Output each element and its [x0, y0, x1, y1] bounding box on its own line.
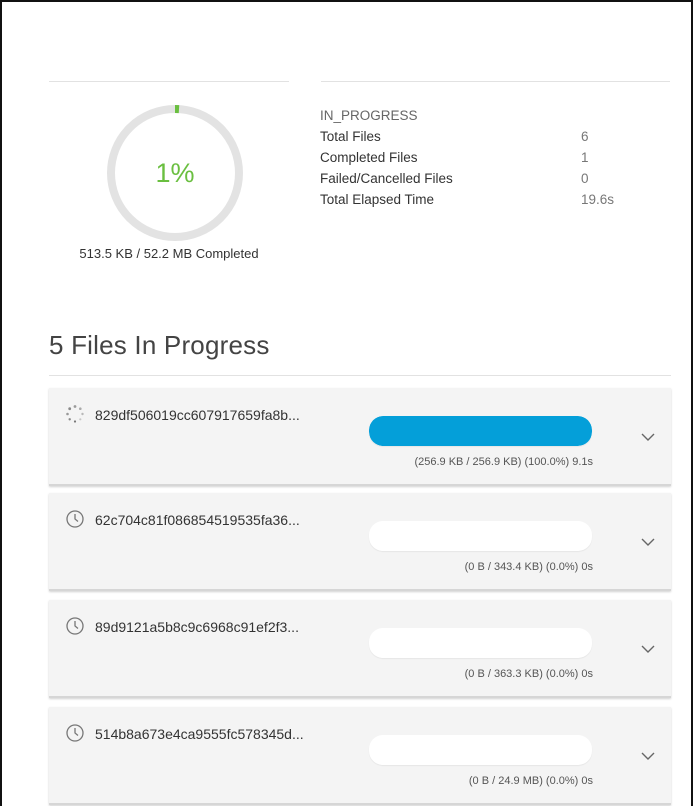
file-progress-bar — [369, 521, 592, 551]
status-label: IN_PROGRESS — [320, 108, 418, 123]
divider — [321, 81, 670, 82]
stat-value: 6 — [581, 129, 589, 144]
stat-row: Total Elapsed Time 19.6s — [320, 192, 660, 213]
divider — [49, 375, 671, 376]
transfer-stats: IN_PROGRESS Total Files 6 Completed File… — [320, 108, 660, 213]
stat-label: Completed Files — [320, 150, 418, 165]
file-progress-bar — [369, 416, 592, 446]
file-card[interactable]: 89d9121a5b8c9c6968c91ef2f3... (0 B / 363… — [49, 600, 671, 698]
stat-value: 0 — [581, 171, 589, 186]
section-title: 5 Files In Progress — [49, 330, 270, 360]
file-progress-detail: (256.9 KB / 256.9 KB) (100.0%) 9.1s — [414, 456, 593, 468]
file-progress-bar — [369, 628, 592, 658]
chevron-down-icon[interactable] — [641, 537, 655, 547]
file-name: 89d9121a5b8c9c6968c91ef2f3... — [95, 619, 299, 635]
stat-label: Total Elapsed Time — [320, 192, 435, 207]
file-name: 62c704c81f086854519535fa36... — [95, 512, 300, 528]
file-name: 514b8a673e4ca9555fc578345d... — [95, 726, 304, 742]
clock-icon — [66, 510, 84, 528]
stat-label: Total Files — [320, 129, 381, 144]
loading-spinner-icon — [66, 405, 84, 423]
file-card[interactable]: 514b8a673e4ca9555fc578345d... (0 B / 24.… — [49, 707, 671, 805]
file-progress-bar — [369, 735, 592, 765]
stat-value: 19.6s — [581, 192, 615, 207]
file-progress-detail: (0 B / 24.9 MB) (0.0%) 0s — [468, 775, 593, 787]
clock-icon — [66, 724, 84, 742]
stat-label: Failed/Cancelled Files — [320, 171, 453, 186]
chevron-down-icon[interactable] — [641, 644, 655, 654]
file-name: 829df506019cc607917659fa8b... — [95, 407, 300, 423]
chevron-down-icon[interactable] — [641, 751, 655, 761]
stat-row: Failed/Cancelled Files 0 — [320, 171, 660, 192]
file-card[interactable]: 62c704c81f086854519535fa36... (0 B / 343… — [49, 493, 671, 591]
divider — [49, 81, 289, 82]
size-completed: 513.5 KB / 52.2 MB Completed — [79, 246, 259, 261]
stat-row: Completed Files 1 — [320, 150, 660, 171]
stat-row: Total Files 6 — [320, 129, 660, 150]
clock-icon — [66, 617, 84, 635]
chevron-down-icon[interactable] — [641, 432, 655, 442]
stat-value: 1 — [581, 150, 589, 165]
file-progress-detail: (0 B / 363.3 KB) (0.0%) 0s — [464, 668, 593, 680]
file-progress-detail: (0 B / 343.4 KB) (0.0%) 0s — [464, 561, 593, 573]
file-card[interactable]: 829df506019cc607917659fa8b... (256.9 KB … — [49, 388, 671, 486]
file-progress-fill — [369, 416, 592, 446]
overall-percent: 1% — [155, 157, 195, 188]
